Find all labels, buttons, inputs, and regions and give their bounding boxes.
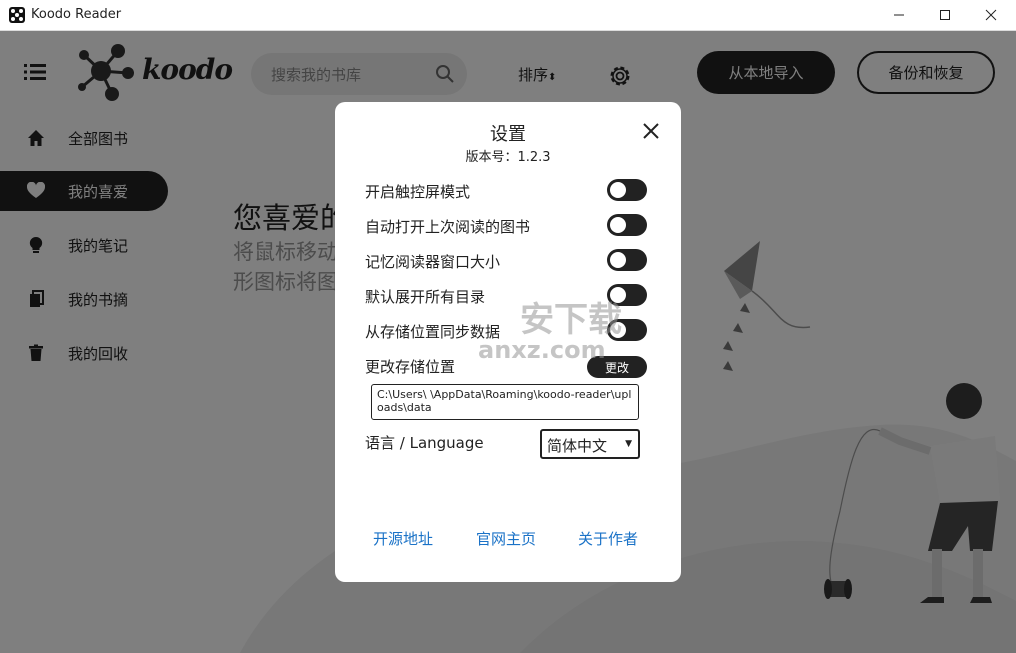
watermark-text: 安下载	[520, 300, 622, 340]
close-window-button[interactable]	[968, 0, 1014, 30]
source-code-link[interactable]: 开源地址	[373, 528, 433, 549]
language-label: 语言 / Language	[365, 434, 484, 452]
toggle-knob	[610, 252, 626, 268]
remember-window-size-toggle[interactable]	[607, 249, 647, 271]
about-author-link[interactable]: 关于作者	[578, 528, 638, 549]
minimize-icon	[894, 14, 904, 16]
watermark-domain: anxz.com	[478, 336, 606, 364]
storage-location-label: 更改存储位置	[365, 358, 456, 376]
close-icon[interactable]	[642, 122, 660, 140]
dialog-title: 设置	[490, 124, 526, 145]
official-site-link[interactable]: 官网主页	[476, 528, 536, 549]
minimize-button[interactable]	[876, 0, 922, 30]
maximize-icon	[940, 10, 950, 20]
close-icon	[985, 9, 997, 21]
option-label: 开启触控屏模式	[365, 183, 471, 201]
option-label: 自动打开上次阅读的图书	[365, 218, 531, 236]
maximize-button[interactable]	[922, 0, 968, 30]
language-value: 简体中文	[547, 437, 608, 455]
chevron-down-icon: ▼	[625, 439, 632, 449]
toggle-knob	[610, 182, 626, 198]
storage-path-field[interactable]: C:\Users\ \AppData\Roaming\koodo-reader\…	[371, 384, 639, 420]
window-title: Koodo Reader	[31, 7, 122, 22]
option-label: 默认展开所有目录	[365, 288, 486, 306]
title-bar: Koodo Reader	[0, 0, 1016, 31]
app-logo-icon	[9, 7, 25, 23]
auto-open-last-toggle[interactable]	[607, 214, 647, 236]
toggle-knob	[610, 217, 626, 233]
touch-mode-toggle[interactable]	[607, 179, 647, 201]
option-label: 记忆阅读器窗口大小	[365, 253, 501, 271]
language-select[interactable]: 简体中文 ▼	[540, 429, 640, 459]
version-label: 版本号：1.2.3	[465, 150, 551, 165]
